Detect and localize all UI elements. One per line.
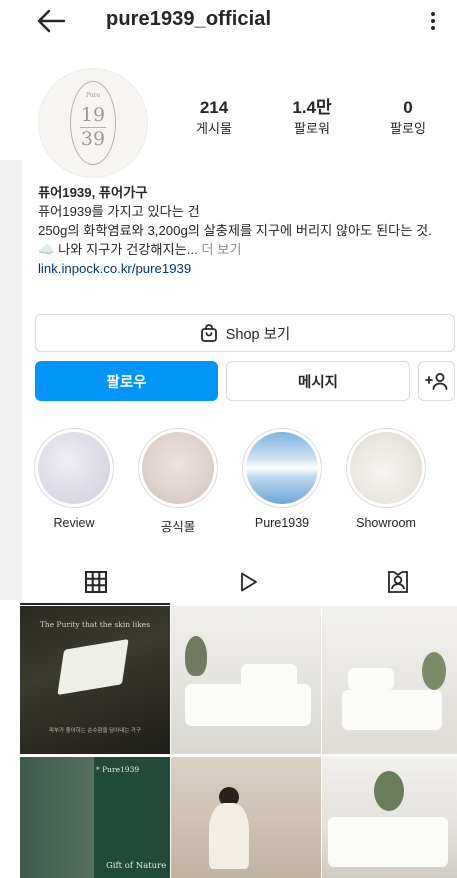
stat-followers[interactable]: 1.4만 팔로워 [272, 98, 352, 138]
green-panel [94, 757, 170, 878]
posts-grid: The Purity that the skin likes 피부가 좋아하는 … [20, 606, 457, 878]
followers-label: 팔로워 [294, 121, 330, 136]
highlight-label: Review [53, 516, 95, 530]
highlight-cover-image [350, 432, 422, 504]
tab-tagged[interactable] [322, 560, 457, 604]
highlight-showroom[interactable]: Showroom [344, 428, 428, 530]
sofa-image [342, 690, 442, 730]
bio-more-link[interactable]: 더 보기 [198, 242, 241, 257]
sofa-image [328, 817, 448, 867]
bio-line-1: 퓨어1939를 가지고 있다는 건 [38, 204, 200, 219]
bio-line-2: 250g의 화학염료와 3,200g의 살충제를 지구에 버리지 않아도 된다는… [38, 223, 432, 238]
followers-count: 1.4만 [292, 98, 332, 117]
profile-bio: 퓨어1939, 퓨어가구 퓨어1939를 가지고 있다는 건 250g의 화학염… [38, 183, 450, 278]
highlight-label: Pure1939 [254, 516, 310, 530]
post-thumbnail[interactable] [171, 757, 321, 878]
suggested-users-button[interactable] [418, 361, 455, 401]
child-image [209, 803, 249, 869]
post-brand-text: * Pure1939 [96, 765, 140, 774]
stat-posts[interactable]: 214 게시물 [174, 98, 254, 138]
posts-label: 게시물 [196, 121, 232, 136]
mattress-image [57, 638, 129, 696]
highlight-review[interactable]: Review [32, 428, 116, 530]
tab-posts-grid[interactable] [20, 560, 172, 604]
profile-avatar[interactable]: Pure 19 39 [38, 68, 148, 178]
profile-username: pure1939_official [106, 8, 272, 30]
shop-button[interactable]: Shop 보기 [35, 314, 455, 352]
post-thumbnail[interactable] [322, 606, 457, 754]
side-panel-edge [0, 160, 22, 600]
post-thumbnail[interactable] [322, 757, 457, 878]
shopping-bag-icon [200, 324, 217, 342]
brand-logo: Pure 19 39 [70, 81, 116, 165]
highlight-ring [138, 428, 218, 508]
message-button[interactable]: 메시지 [226, 361, 410, 401]
profile-display-name: 퓨어1939, 퓨어가구 [38, 185, 148, 200]
post-caption-text: The Purity that the skin likes [39, 620, 151, 629]
highlight-ring [346, 428, 426, 508]
shop-button-label: Shop 보기 [225, 326, 291, 343]
post-thumbnail[interactable]: * Pure1939 Gift of Nature [20, 757, 170, 878]
post-footer-text: 피부가 좋아하는 순수함을 담아내는 가구 [48, 728, 142, 734]
plant-image [422, 652, 446, 690]
plant-image [185, 636, 207, 676]
grid-icon [85, 571, 107, 593]
profile-header: pure1939_official [0, 0, 457, 44]
following-count: 0 [403, 98, 413, 117]
highlight-official-mall[interactable]: 공식몰 [136, 428, 220, 535]
logo-year-bottom: 39 [80, 128, 106, 150]
follow-button[interactable]: 팔로우 [35, 361, 218, 401]
logo-small-text: Pure [85, 92, 101, 99]
posts-count: 214 [199, 98, 229, 117]
highlight-label: Showroom [356, 516, 416, 530]
highlight-pure1939[interactable]: Pure1939 [240, 428, 324, 530]
post-thumbnail[interactable] [171, 606, 321, 754]
bio-line-3: ☁️ 나와 지구가 건강해지는... 더 보기 [38, 240, 450, 259]
bio-external-link[interactable]: link.inpock.co.kr/pure1939 [38, 259, 450, 278]
logo-year-top: 19 [80, 104, 106, 126]
tagged-user-icon [388, 571, 408, 593]
highlight-ring [34, 428, 114, 508]
stat-following[interactable]: 0 팔로잉 [368, 98, 448, 138]
active-tab-indicator [20, 603, 170, 605]
highlight-cover-image [246, 432, 318, 504]
sofa-image [185, 684, 311, 726]
highlight-label: 공식몰 [160, 520, 196, 534]
add-user-icon [424, 373, 447, 390]
more-options-icon[interactable] [426, 8, 440, 34]
highlight-cover-image [38, 432, 110, 504]
post-footer-text: Gift of Nature [106, 861, 167, 871]
highlight-cover-image [142, 432, 214, 504]
back-arrow-icon[interactable] [36, 8, 66, 34]
cushion-image [348, 668, 394, 690]
post-thumbnail[interactable]: The Purity that the skin likes 피부가 좋아하는 … [20, 606, 170, 754]
tab-reels[interactable] [172, 560, 324, 604]
following-label: 팔로잉 [390, 121, 426, 136]
highlight-ring [242, 428, 322, 508]
bio-line-3-text: ☁️ 나와 지구가 건강해지는... [38, 242, 198, 257]
play-icon [241, 572, 257, 592]
cushion-image [241, 664, 297, 688]
plant-image [374, 771, 404, 811]
